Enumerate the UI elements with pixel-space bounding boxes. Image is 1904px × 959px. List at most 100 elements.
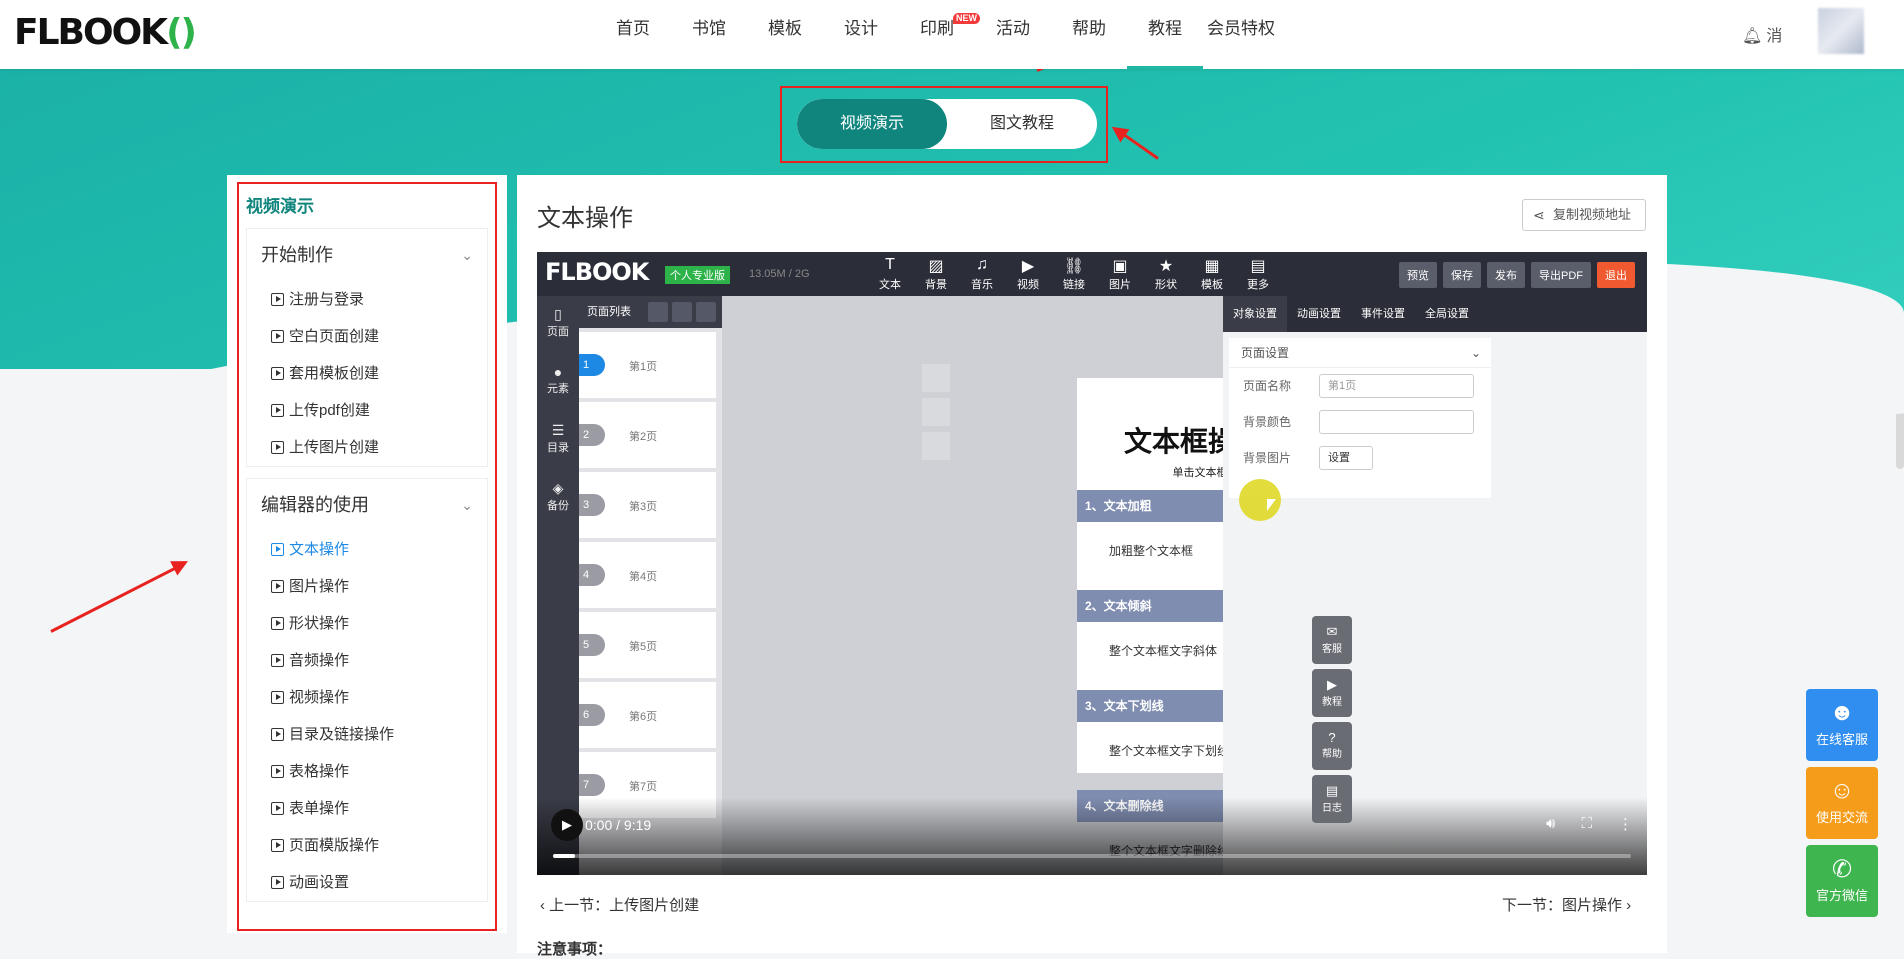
nav-item-4[interactable]: 印刷 NEW (899, 0, 980, 69)
editor-tool-1[interactable]: ▨ 背景 (913, 256, 959, 292)
panel-tab-1[interactable]: 动画设置 (1287, 296, 1351, 332)
nav-item-1[interactable]: 书馆 (671, 0, 747, 69)
editor-button-1[interactable]: 保存 (1443, 262, 1481, 288)
nav-item-8[interactable]: 会员特权 (1203, 0, 1279, 69)
editor-button-0[interactable]: 预览 (1399, 262, 1437, 288)
page-thumbnail[interactable]: 6 第6页 (579, 682, 716, 748)
rail-item-2[interactable]: ☰ 目录 (537, 412, 579, 470)
rail-item-0[interactable]: ▯ 页面 (537, 296, 579, 354)
page-title: 文本操作 (537, 205, 633, 232)
tool-icon: ▶ (1327, 677, 1337, 692)
next-lesson-link[interactable]: 下一节：图片操作 › (1502, 894, 1631, 915)
panel-tab-2[interactable]: 事件设置 (1351, 296, 1415, 332)
panel-tab-3[interactable]: 全局设置 (1415, 296, 1479, 332)
editor-tool-3[interactable]: ▶ 视频 (1005, 256, 1051, 292)
page-thumbnail[interactable]: 5 第5页 (579, 612, 716, 678)
storage-usage: 13.05M / 2G (749, 268, 810, 280)
page-thumbnail[interactable]: 2 第2页 (579, 402, 716, 468)
video-progress-bar[interactable] (553, 854, 1631, 858)
page-list: 页面列表 1 第1页 2 第2页 3 第3页 4 第4页 5 第5页 6 第6页 7 第7页 (579, 296, 722, 875)
more-options-icon[interactable]: ⋮ (1618, 815, 1633, 833)
nav-item-5[interactable]: 活动 (975, 0, 1051, 69)
rail-label: 页面 (547, 326, 569, 338)
tool-label: 形状 (1155, 279, 1177, 291)
rail-label: 元素 (547, 383, 569, 395)
redo-icon[interactable] (922, 398, 950, 426)
editor-right-panel: 对象设置 动画设置 事件设置 全局设置 页面设置 ⌄ 页面名称 第1页 背景颜色 背景图片 设置 (1223, 296, 1647, 875)
editor-tool-6[interactable]: ★ 形状 (1143, 256, 1189, 292)
reset-icon[interactable] (922, 432, 950, 460)
user-avatar[interactable] (1818, 8, 1864, 54)
nav-item-label: 书馆 (692, 19, 726, 38)
page-thumbnail[interactable]: 1 第1页 (579, 332, 716, 398)
tool-label: 模板 (1201, 279, 1223, 291)
plan-badge: 个人专业版 (665, 266, 730, 284)
active-underline (1127, 66, 1203, 69)
rail-item-3[interactable]: ◈ 备份 (537, 470, 579, 528)
panel-tab-0[interactable]: 对象设置 (1223, 296, 1287, 332)
panel-row-label: 页面名称 (1243, 379, 1292, 393)
tool-label: 帮助 (1322, 749, 1342, 760)
nav-item-7[interactable]: 教程 (1127, 0, 1203, 69)
nav-item-0[interactable]: 首页 (595, 0, 671, 69)
fullscreen-icon[interactable]: ⛶ (1581, 815, 1592, 833)
editor-tool-8[interactable]: ▤ 更多 (1235, 256, 1281, 292)
editor-button-4[interactable]: 退出 (1597, 262, 1635, 288)
float-button-1[interactable]: ☺ 使用交流 (1806, 767, 1878, 839)
top-navbar: FLBOOK() 首页 书馆 模板 设计 印刷 NEW 活动 帮助 教程 会员特权 🔔︎ 消 (0, 0, 1904, 69)
editor-button-3[interactable]: 导出PDF (1531, 262, 1591, 288)
tool-icon: ⛓ (1063, 258, 1085, 275)
notification-bell[interactable]: 🔔︎ 消 (1738, 22, 1782, 46)
save-page-icon[interactable] (648, 302, 668, 322)
nav-item-3[interactable]: 设计 (823, 0, 899, 69)
tool-label: 文本 (879, 279, 901, 291)
trash-icon[interactable] (696, 302, 716, 322)
tool-icon: ▦ (1204, 258, 1220, 275)
rail-item-1[interactable]: ● 元素 (537, 354, 579, 412)
bell-icon: 🔔︎ (1742, 28, 1763, 45)
editor-tool-0[interactable]: T 文本 (867, 256, 913, 292)
play-icon[interactable]: ▶ (551, 809, 583, 841)
editor-tool-7[interactable]: ▦ 模板 (1189, 256, 1235, 292)
panel-row: 页面名称 第1页 (1229, 368, 1491, 404)
float-button-2[interactable]: ✆ 官方微信 (1806, 845, 1878, 917)
page-thumbnail[interactable]: 4 第4页 (579, 542, 716, 608)
nav-item-2[interactable]: 模板 (747, 0, 823, 69)
float-label: 在线客服 (1815, 732, 1868, 747)
highlight-box-sidebar (237, 182, 497, 931)
float-icon: ☺ (1829, 777, 1855, 804)
floating-tool-1[interactable]: ▶ 教程 (1312, 669, 1352, 717)
panel-row-label: 背景颜色 (1243, 415, 1292, 429)
page-label: 第3页 (629, 501, 658, 513)
page-thumbnail[interactable]: 3 第3页 (579, 472, 716, 538)
float-button-0[interactable]: ☻ 在线客服 (1806, 689, 1878, 761)
notes-heading: 注意事项： (537, 941, 613, 958)
float-icon: ✆ (1831, 856, 1853, 883)
panel-row-field[interactable] (1319, 410, 1474, 434)
video-player[interactable]: FLBOOK 个人专业版 13.05M / 2G T 文本 ▨ 背景 ♫ 音乐 ▶ 视频 ⛓ 链接… (537, 252, 1647, 875)
copy-video-url-button[interactable]: ⋖ 复制视频地址 (1522, 199, 1646, 231)
tool-label: 图片 (1109, 279, 1131, 291)
page-settings-header[interactable]: 页面设置 ⌄ (1229, 338, 1491, 368)
flbook-logo[interactable]: FLBOOK() (14, 12, 197, 53)
tool-icon: ▤ (1250, 258, 1266, 275)
panel-row-field[interactable]: 第1页 (1319, 374, 1474, 398)
undo-icon[interactable] (922, 364, 950, 392)
page-number: 3 (579, 494, 605, 516)
floating-tool-0[interactable]: ✉ 客服 (1312, 616, 1352, 664)
tool-icon: ♫ (976, 256, 988, 273)
editor-button-2[interactable]: 发布 (1487, 262, 1525, 288)
tool-icon: ▤ (1325, 783, 1339, 798)
prev-lesson-link[interactable]: ‹ 上一节：上传图片创建 (540, 894, 699, 915)
editor-tool-5[interactable]: ▣ 图片 (1097, 256, 1143, 292)
copy-page-icon[interactable] (672, 302, 692, 322)
floating-tool-2[interactable]: ? 帮助 (1312, 722, 1352, 770)
panel-row-field[interactable]: 设置 (1319, 446, 1373, 470)
tool-icon: T (885, 256, 895, 273)
nav-item-6[interactable]: 帮助 (1051, 0, 1127, 69)
editor-tool-2[interactable]: ♫ 音乐 (959, 256, 1005, 292)
tool-label: 客服 (1322, 644, 1342, 655)
editor-tool-4[interactable]: ⛓ 链接 (1051, 256, 1097, 292)
volume-icon[interactable]: 🔊︎ (1546, 815, 1555, 833)
floating-tool-3[interactable]: ▤ 日志 (1312, 775, 1352, 823)
